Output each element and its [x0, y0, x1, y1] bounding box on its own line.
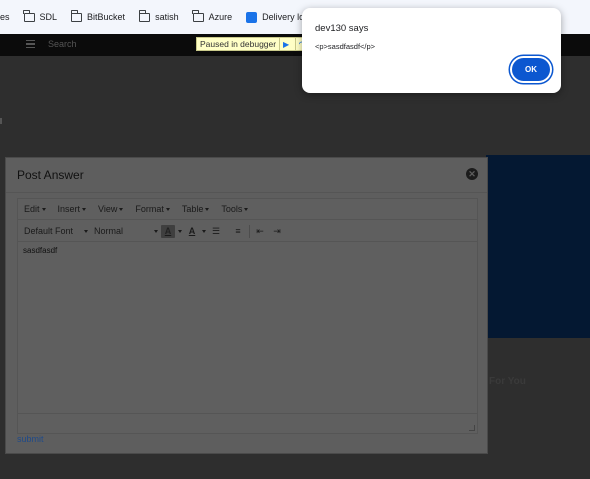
- chevron-down-icon[interactable]: [178, 229, 182, 233]
- background-color-icon[interactable]: A: [161, 224, 175, 238]
- bookmark-label: Azure: [208, 12, 233, 22]
- font-size-value: Normal: [94, 226, 124, 236]
- menu-view[interactable]: View: [98, 204, 124, 214]
- resize-handle-icon[interactable]: [469, 425, 475, 431]
- alert-dialog: dev130 says <p>sasdfasdf</p> OK: [302, 8, 561, 93]
- numbered-list-icon[interactable]: ≡: [231, 225, 245, 238]
- debugger-label: Paused in debugger: [200, 39, 277, 49]
- menu-label: Tools: [221, 204, 243, 214]
- chevron-down-icon[interactable]: [202, 229, 206, 233]
- menu-icon[interactable]: [26, 40, 35, 48]
- menu-tools[interactable]: Tools: [221, 204, 249, 214]
- bookmark-label: satish: [155, 12, 179, 22]
- outdent-icon[interactable]: ⇤: [253, 225, 267, 238]
- text-color-icon[interactable]: A: [185, 225, 199, 238]
- folder-icon: [23, 10, 35, 22]
- menu-label: Format: [135, 204, 164, 214]
- font-family-value: Default Font: [24, 226, 74, 236]
- chevron-down-icon: [244, 207, 249, 211]
- menu-label: Table: [181, 204, 204, 214]
- background-heading: For You: [489, 376, 526, 387]
- close-icon[interactable]: ✕: [466, 168, 478, 180]
- folder-icon: [192, 10, 204, 22]
- resume-icon[interactable]: ▶: [279, 38, 292, 50]
- bookmark-partial[interactable]: es: [0, 12, 10, 22]
- background-panel: [486, 155, 590, 338]
- debugger-banner: Paused in debugger ▶ ↷: [196, 37, 310, 51]
- chevron-down-icon: [165, 207, 170, 211]
- menu-label: View: [98, 204, 118, 214]
- bookmark-azure[interactable]: Azure: [192, 10, 233, 22]
- bookmark-label: BitBucket: [87, 12, 126, 22]
- menu-edit[interactable]: Edit: [24, 204, 46, 214]
- xlsx-icon: [246, 11, 258, 23]
- font-size-select[interactable]: Normal: [94, 226, 158, 236]
- alert-message: <p>sasdfasdf</p>: [315, 42, 376, 51]
- page-edge-mark: [0, 118, 2, 124]
- chevron-down-icon: [205, 207, 210, 211]
- toolbar-divider: [249, 224, 250, 238]
- modal-divider: [6, 192, 487, 193]
- rich-text-editor: Edit Insert View Format Table Tools Defa…: [17, 198, 478, 434]
- chevron-down-icon: [41, 207, 46, 211]
- chevron-down-icon: [82, 207, 87, 211]
- bookmark-sdl[interactable]: SDL: [23, 10, 58, 22]
- post-answer-modal: Post Answer ✕ Edit Insert View Format Ta…: [5, 157, 488, 454]
- alert-title: dev130 says: [315, 23, 369, 34]
- submit-link[interactable]: submit: [17, 434, 44, 444]
- menu-table[interactable]: Table: [182, 204, 210, 214]
- folder-icon: [138, 10, 151, 22]
- menu-format[interactable]: Format: [135, 204, 170, 214]
- chevron-down-icon: [84, 229, 88, 233]
- chevron-down-icon: [119, 207, 124, 211]
- ok-button[interactable]: OK: [512, 58, 550, 81]
- editor-content[interactable]: sasdfasdf: [23, 246, 57, 255]
- menu-label: Insert: [57, 204, 81, 214]
- chevron-down-icon: [154, 229, 158, 233]
- bookmark-label: es: [0, 12, 10, 22]
- editor-statusbar: [18, 413, 477, 433]
- bookmark-bitbucket[interactable]: BitBucket: [70, 10, 126, 22]
- modal-title: Post Answer: [17, 168, 84, 182]
- menu-label: Edit: [24, 204, 40, 214]
- editor-toolbar: Default Font Normal A A ☰ ≡ ⇤ ⇥: [18, 221, 477, 242]
- indent-icon[interactable]: ⇥: [270, 225, 284, 238]
- font-family-select[interactable]: Default Font: [24, 226, 88, 236]
- bookmark-label: SDL: [39, 12, 58, 22]
- folder-icon: [70, 10, 83, 22]
- bookmark-satish[interactable]: satish: [138, 10, 179, 22]
- search-label[interactable]: Search: [48, 39, 77, 49]
- bullet-list-icon[interactable]: ☰: [209, 225, 223, 238]
- editor-menubar: Edit Insert View Format Table Tools: [18, 199, 477, 220]
- menu-insert[interactable]: Insert: [58, 204, 87, 214]
